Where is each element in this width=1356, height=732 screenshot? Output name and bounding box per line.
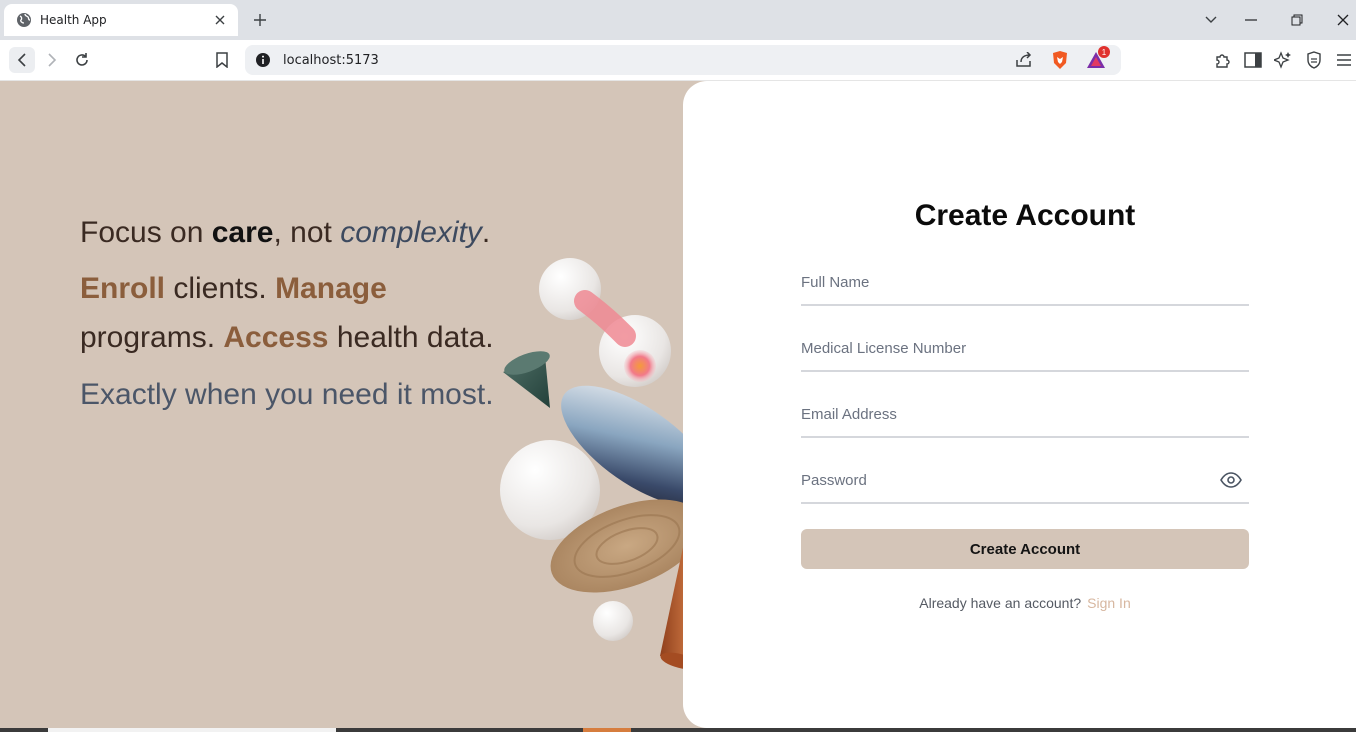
full-name-field: [801, 260, 1249, 306]
close-window-icon[interactable]: [1331, 8, 1355, 32]
signin-prompt: Already have an account? Sign In: [801, 595, 1249, 611]
bottom-strip-segment: [48, 728, 336, 732]
hero-accent-manage: Manage: [275, 272, 387, 305]
info-icon[interactable]: [255, 52, 271, 68]
bottom-strip-segment: [583, 728, 631, 732]
share-icon[interactable]: [1013, 49, 1035, 71]
vpn-icon[interactable]: [1303, 49, 1325, 71]
eye-icon[interactable]: [1219, 468, 1243, 492]
hero-text-segment: health data.: [328, 321, 494, 354]
plus-icon[interactable]: [248, 8, 272, 32]
brave-rewards-icon[interactable]: 1: [1085, 46, 1110, 71]
email-field: [801, 392, 1249, 438]
back-icon[interactable]: [9, 47, 35, 73]
hero-accent-access: Access: [223, 321, 329, 354]
reload-icon[interactable]: [69, 47, 95, 73]
bottom-strip: [0, 728, 1356, 732]
sidebar-icon[interactable]: [1242, 49, 1264, 71]
chevron-down-icon[interactable]: [1199, 8, 1223, 32]
password-field: [801, 458, 1249, 504]
license-field: [801, 326, 1249, 372]
restore-icon[interactable]: [1285, 8, 1309, 32]
hero-emphasis-care: care: [211, 216, 274, 249]
globe-icon: [16, 12, 32, 28]
bookmark-icon[interactable]: [209, 47, 235, 73]
browser-toolbar: localhost:5173 1: [0, 40, 1356, 81]
form-title: Create Account: [914, 199, 1136, 232]
url-text[interactable]: localhost:5173: [283, 53, 1013, 68]
hero-tagline: Exactly when you need it most.: [80, 378, 494, 411]
browser-tab[interactable]: Health App: [4, 4, 238, 36]
hero-text-segment: clients.: [165, 272, 276, 305]
create-account-button[interactable]: Create Account: [801, 529, 1249, 569]
signup-card: Create Account Create Account Already ha…: [683, 81, 1356, 728]
hero-line-1: Focus on care, not complexity.: [80, 216, 540, 250]
medical-license-input[interactable]: [801, 326, 1249, 370]
password-input[interactable]: [801, 458, 1249, 502]
tab-title: Health App: [40, 13, 107, 27]
hero-line-2: Enroll clients. Manage programs. Access …: [80, 264, 500, 362]
hero-text-segment: , not: [273, 216, 341, 249]
menu-icon[interactable]: [1333, 49, 1355, 71]
address-bar[interactable]: localhost:5173 1: [245, 45, 1121, 75]
hero-accent-enroll: Enroll: [80, 272, 166, 305]
app-page: Focus on care, not complexity. Enroll cl…: [0, 81, 1356, 728]
hero-text-segment: .: [481, 216, 491, 249]
hero-text: Focus on care, not complexity. Enroll cl…: [80, 216, 540, 412]
hero-text-segment: programs.: [80, 321, 224, 354]
leo-icon[interactable]: [1272, 49, 1294, 71]
close-icon[interactable]: [212, 12, 228, 28]
minimize-icon[interactable]: [1239, 8, 1263, 32]
hero-emphasis-complexity: complexity: [340, 216, 482, 249]
signin-link[interactable]: Sign In: [1087, 595, 1131, 611]
notification-badge: 1: [1098, 46, 1110, 58]
signin-prompt-text: Already have an account?: [919, 595, 1082, 611]
hero-text-segment: Focus on: [80, 216, 212, 249]
brave-shield-icon[interactable]: [1049, 49, 1071, 71]
full-name-input[interactable]: [801, 260, 1249, 304]
extensions-icon[interactable]: [1212, 49, 1234, 71]
email-input[interactable]: [801, 392, 1249, 436]
browser-tab-bar: Health App: [0, 0, 1356, 40]
forward-icon[interactable]: [39, 47, 65, 73]
